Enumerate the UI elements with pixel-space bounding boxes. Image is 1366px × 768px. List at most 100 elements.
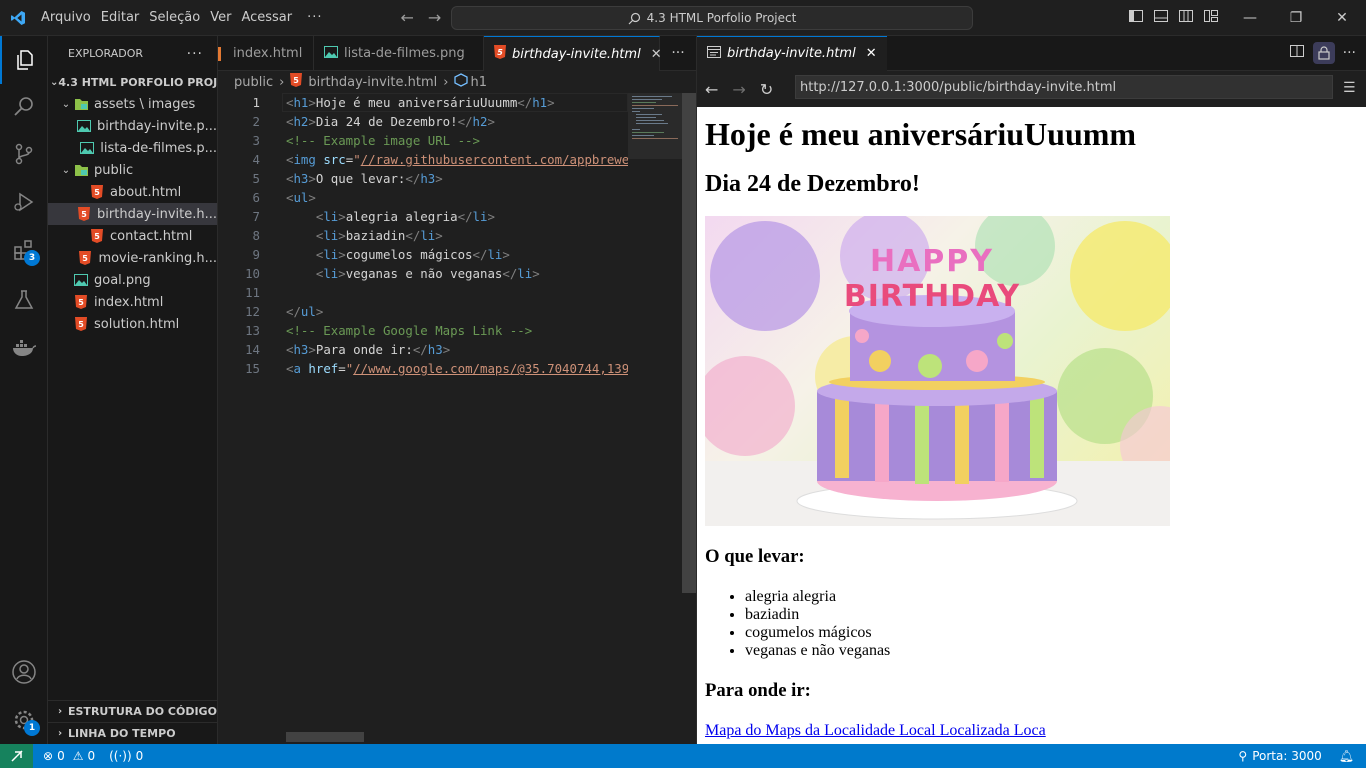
toggle-secondary-sidebar-icon[interactable] (1178, 8, 1194, 24)
back-arrow-icon[interactable]: ← (401, 8, 414, 27)
tree-item[interactable]: 5 index.html (48, 291, 217, 313)
symbol-element-icon (454, 73, 469, 91)
breadcrumb-folder[interactable]: public (234, 75, 273, 90)
forward-arrow-icon[interactable]: → (428, 8, 441, 27)
html5-file-icon: 5 (90, 185, 104, 199)
vscode-logo-icon (0, 0, 36, 36)
minimize-button[interactable]: — (1227, 0, 1273, 36)
tree-item[interactable]: lista-de-filmes.p... (48, 137, 217, 159)
image-file-icon (74, 273, 88, 287)
preview-reload-icon[interactable]: ↻ (760, 80, 773, 99)
live-server-port[interactable]: ⚲ Porta: 3000 🔔︎ (1238, 749, 1366, 763)
html5-file-icon: 5 (74, 317, 88, 331)
menu-editar[interactable]: Editar (96, 0, 145, 36)
search-icon[interactable] (0, 82, 48, 130)
tree-item[interactable]: 5 solution.html (48, 313, 217, 335)
explorer-icon[interactable] (0, 36, 48, 84)
outline-section[interactable]: › ESTRUTURA DO CÓDIGO (48, 700, 218, 722)
toggle-panel-icon[interactable] (1153, 8, 1169, 24)
code-line[interactable]: 7 <li>alegria alegria</li> (218, 207, 628, 226)
ports-indicator[interactable]: ((·)) 0 (109, 749, 143, 763)
close-window-button[interactable]: ✕ (1319, 0, 1365, 36)
html5-file-icon: 5 (74, 295, 88, 309)
timeline-label: LINHA DO TEMPO (68, 727, 176, 740)
code-line[interactable]: 3 <!-- Example image URL --> (218, 131, 628, 150)
tree-item[interactable]: ⌄ public (48, 159, 217, 181)
line-number: 8 (252, 228, 260, 243)
code-line[interactable]: 4 <img src="//raw.githubusercontent.com/a… (218, 150, 628, 169)
command-center[interactable]: 4.3 HTML Porfolio Project (451, 6, 973, 30)
restore-button[interactable]: ❐ (1273, 0, 1319, 36)
minimap[interactable] (628, 93, 682, 593)
preview-tab-close-icon[interactable]: ✕ (866, 46, 877, 61)
preview-url-input[interactable]: http://127.0.0.1:3000/public/birthday-in… (795, 75, 1333, 99)
code-line[interactable]: 2 <h2>Dia 24 de Dezembro!</h2> (218, 112, 628, 131)
extensions-icon[interactable]: 3 (0, 226, 48, 274)
code-line[interactable]: 12 </ul> (218, 302, 628, 321)
breadcrumb-file[interactable]: birthday-invite.html (308, 75, 437, 90)
breadcrumb-symbol[interactable]: h1 (470, 75, 487, 90)
code-line[interactable]: 5 <h3>O que levar:</h3> (218, 169, 628, 188)
tree-item[interactable]: 5 about.html (48, 181, 217, 203)
line-number: 9 (252, 247, 260, 262)
html5-file-icon: 5 (290, 73, 303, 91)
testing-flask-icon[interactable] (0, 276, 48, 324)
run-debug-icon[interactable] (0, 178, 48, 226)
preview-more-icon[interactable]: ··· (1343, 45, 1356, 61)
code-line[interactable]: 9 <li>cogumelos mágicos</li> (218, 245, 628, 264)
code-line[interactable]: 8 <li>baziadin</li> (218, 226, 628, 245)
menu-arquivo[interactable]: Arquivo (36, 0, 96, 36)
maps-link[interactable]: Mapa do Maps da Localidade Local Localiz… (705, 722, 1046, 739)
folder-icon (74, 97, 88, 111)
preview-tab[interactable]: birthday-invite.html ✕ (697, 35, 887, 71)
vertical-scrollbar[interactable] (682, 93, 696, 593)
timeline-section[interactable]: › LINHA DO TEMPO (48, 722, 218, 744)
manage-gear-icon[interactable]: 1 (0, 696, 48, 744)
preview-back-icon[interactable]: ← (705, 80, 718, 99)
tree-item[interactable]: birthday-invite.p... (48, 115, 217, 137)
menu-acessar[interactable]: Acessar (236, 0, 297, 36)
tab-index-html[interactable]: index.html (218, 36, 314, 71)
preview-forward-icon[interactable]: → (732, 80, 745, 99)
list-item: alegria alegria (745, 588, 1366, 606)
workspace-root[interactable]: ⌄ 4.3 HTML PORFOLIO PROJ... (48, 71, 217, 93)
tab-birthday-label: birthday-invite.html (512, 46, 641, 62)
lock-icon[interactable] (1312, 42, 1335, 64)
menu-more-icon[interactable]: ··· (297, 0, 332, 36)
outline-label: ESTRUTURA DO CÓDIGO (68, 705, 217, 718)
line-number: 4 (252, 152, 260, 167)
page-subheading: Dia 24 de Dezembro! (705, 171, 920, 197)
code-line[interactable]: 14 <h3>Para onde ir:</h3> (218, 340, 628, 359)
code-line[interactable]: 6 <ul> (218, 188, 628, 207)
problems-indicator[interactable]: ⊗ 0 ⚠ 0 (43, 749, 95, 763)
docker-icon[interactable] (0, 324, 48, 372)
remote-indicator-icon[interactable] (0, 744, 33, 768)
tab-lista-de-filmes[interactable]: lista-de-filmes.png (314, 36, 484, 71)
editor-more-actions-icon[interactable]: ··· (660, 36, 696, 70)
tree-item[interactable]: 5 movie-ranking.h... (48, 247, 217, 269)
tree-item[interactable]: ⌄ assets \ images (48, 93, 217, 115)
notifications-bell-icon[interactable]: 🔔︎ (1339, 749, 1354, 763)
explorer-more-icon[interactable]: ··· (187, 46, 203, 62)
code-line[interactable]: 10 <li>veganas e não veganas</li> (218, 264, 628, 283)
tree-item[interactable]: goal.png (48, 269, 217, 291)
tab-index-label: index.html (233, 46, 303, 61)
code-line[interactable]: 11 (218, 283, 628, 302)
menu-ver[interactable]: Ver (205, 0, 236, 36)
horizontal-scrollbar[interactable] (286, 732, 364, 742)
toggle-primary-sidebar-icon[interactable] (1128, 8, 1144, 24)
code-lines[interactable]: 1 <h1>Hoje é meu aniversáriuUuumm</h1> 2 <h… (218, 93, 628, 378)
accounts-icon[interactable] (0, 648, 48, 696)
tree-item[interactable]: 5 birthday-invite.h... (48, 203, 217, 225)
menu-selecao[interactable]: Seleção (144, 0, 205, 36)
code-line[interactable]: 15 <a href="//www.google.com/maps/@35.704… (218, 359, 628, 378)
source-control-icon[interactable] (0, 130, 48, 178)
customize-layout-icon[interactable] (1203, 8, 1219, 24)
code-line[interactable]: 1 <h1>Hoje é meu aniversáriuUuumm</h1> (218, 93, 628, 112)
where-heading: Para onde ir: (705, 680, 811, 701)
code-line[interactable]: 13 <!-- Example Google Maps Link --> (218, 321, 628, 340)
tab-birthday-invite[interactable]: 5 birthday-invite.html ✕ (484, 36, 662, 71)
split-editor-icon[interactable] (1289, 43, 1305, 63)
preview-menu-icon[interactable]: ☰ (1343, 80, 1356, 96)
tree-item[interactable]: 5 contact.html (48, 225, 217, 247)
